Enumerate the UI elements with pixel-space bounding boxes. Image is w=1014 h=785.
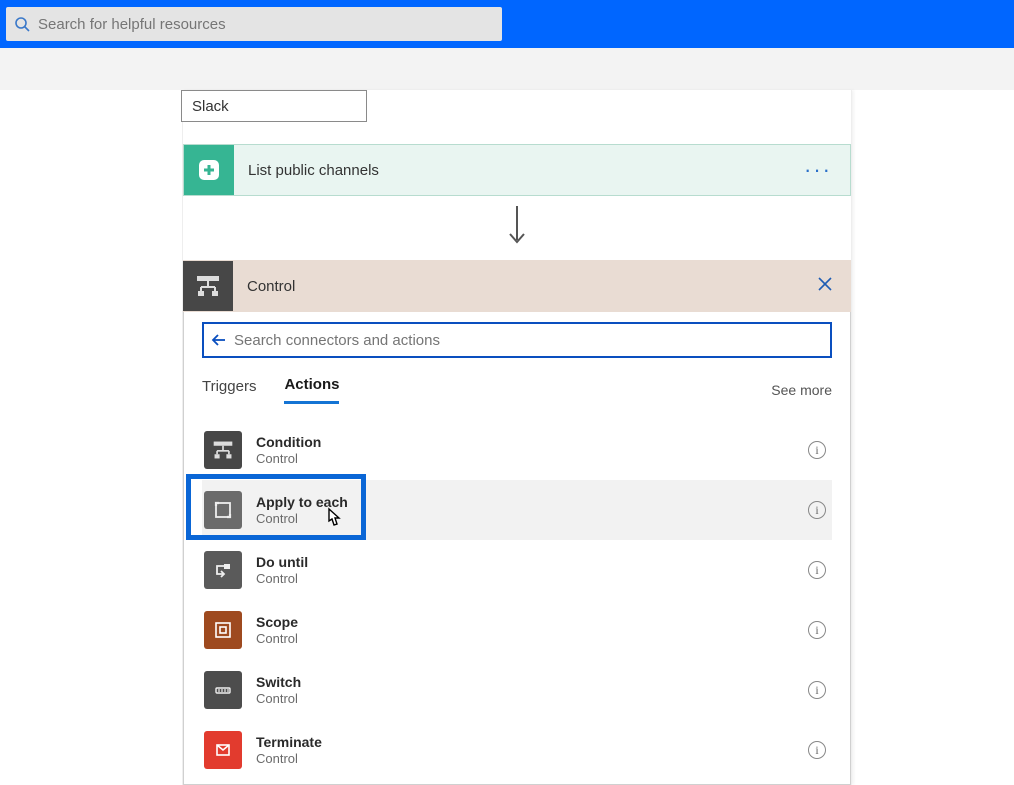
action-title: Apply to each <box>256 493 808 511</box>
global-search-input[interactable] <box>38 16 494 33</box>
connector-name-value: Slack <box>192 98 229 115</box>
action-sub: Control <box>256 631 808 647</box>
info-button[interactable]: i <box>808 561 826 579</box>
back-button[interactable] <box>210 331 228 349</box>
terminate-icon <box>204 731 242 769</box>
flow-arrow <box>183 196 851 260</box>
arrow-left-icon <box>210 331 228 349</box>
control-panel-body: Triggers Actions See more <box>183 312 851 785</box>
loop-icon <box>204 491 242 529</box>
action-sub: Control <box>256 751 808 767</box>
trigger-card[interactable]: List public channels ··· <box>183 144 851 196</box>
info-button[interactable]: i <box>808 441 826 459</box>
info-button[interactable]: i <box>808 741 826 759</box>
toolbar-band <box>0 48 1014 90</box>
trigger-title: List public channels <box>234 162 804 179</box>
action-do-until[interactable]: Do until Control i <box>202 540 832 600</box>
top-bar <box>0 0 1014 48</box>
close-panel-button[interactable] <box>817 276 851 297</box>
tabs: Triggers Actions See more <box>202 376 832 404</box>
close-icon <box>817 276 833 292</box>
action-condition[interactable]: Condition Control i <box>202 420 832 480</box>
action-scope[interactable]: Scope Control i <box>202 600 832 660</box>
connector-name-input[interactable]: Slack <box>181 90 367 122</box>
action-search-input[interactable] <box>234 332 824 349</box>
do-until-icon <box>204 551 242 589</box>
control-icon <box>183 261 233 311</box>
slack-icon <box>184 145 234 195</box>
control-panel-header: Control <box>183 260 851 312</box>
search-icon <box>14 16 30 32</box>
action-search[interactable] <box>202 322 832 358</box>
action-switch[interactable]: Switch Control i <box>202 660 832 720</box>
see-more-link[interactable]: See more <box>771 382 832 398</box>
info-button[interactable]: i <box>808 501 826 519</box>
action-sub: Control <box>256 451 808 467</box>
info-button[interactable]: i <box>808 621 826 639</box>
condition-icon <box>204 431 242 469</box>
tab-actions[interactable]: Actions <box>284 376 339 404</box>
action-sub: Control <box>256 511 808 527</box>
action-title: Terminate <box>256 733 808 751</box>
action-list: Condition Control i App <box>202 420 832 780</box>
action-title: Scope <box>256 613 808 631</box>
flow-column: Slack List public channels ··· <box>182 90 852 785</box>
flow-canvas: Slack List public channels ··· <box>0 90 1014 775</box>
action-title: Do until <box>256 553 808 571</box>
action-title: Condition <box>256 433 808 451</box>
tab-triggers[interactable]: Triggers <box>202 378 256 403</box>
action-apply-to-each[interactable]: Apply to each Control i <box>202 480 832 540</box>
info-button[interactable]: i <box>808 681 826 699</box>
global-search[interactable] <box>6 7 502 41</box>
scope-icon <box>204 611 242 649</box>
action-sub: Control <box>256 691 808 707</box>
action-sub: Control <box>256 571 808 587</box>
control-panel-title: Control <box>233 278 817 295</box>
action-terminate[interactable]: Terminate Control i <box>202 720 832 780</box>
switch-icon <box>204 671 242 709</box>
action-title: Switch <box>256 673 808 691</box>
trigger-menu-button[interactable]: ··· <box>804 157 850 183</box>
